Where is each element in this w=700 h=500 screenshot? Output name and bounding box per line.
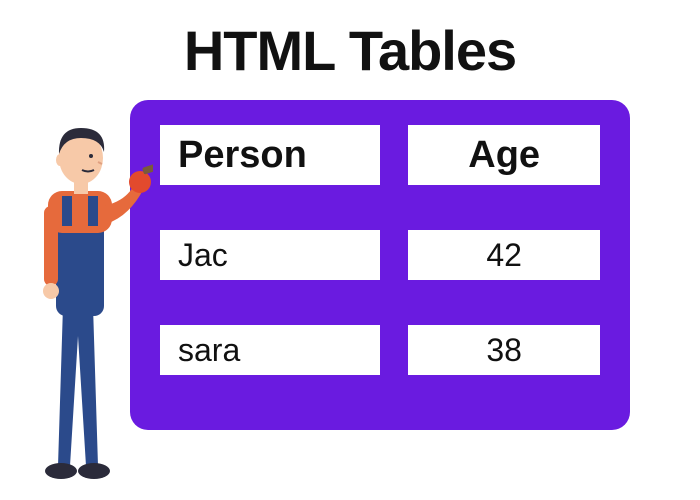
column-header-age: Age bbox=[408, 125, 600, 185]
table-row: 42 bbox=[408, 230, 600, 280]
painter-illustration-icon bbox=[8, 96, 153, 486]
column-header-person: Person bbox=[160, 125, 380, 185]
table-row: Jac bbox=[160, 230, 380, 280]
table-panel: Person Age Jac 42 sara 38 bbox=[130, 100, 630, 430]
table-row: 38 bbox=[408, 325, 600, 375]
table-row: sara bbox=[160, 325, 380, 375]
page-title: HTML Tables bbox=[0, 0, 700, 83]
content-stage: Person Age Jac 42 sara 38 bbox=[0, 100, 700, 500]
